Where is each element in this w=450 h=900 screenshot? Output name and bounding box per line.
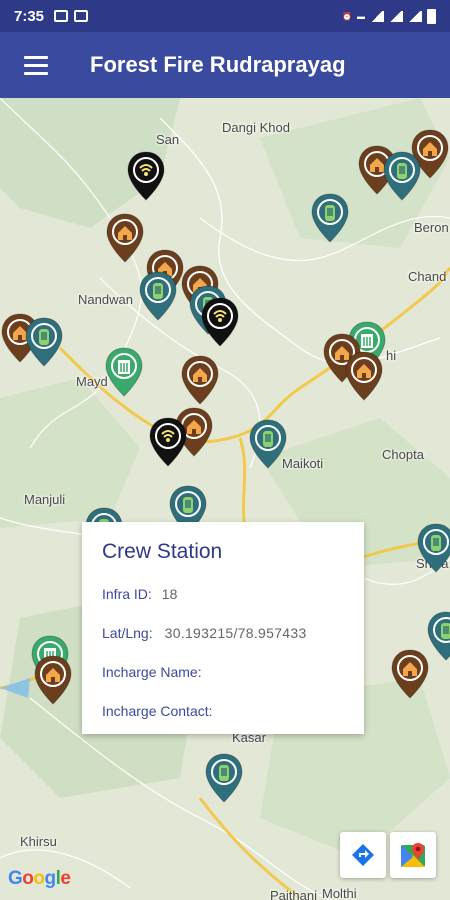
latlng-row: Lat/Lng: 30.193215/78.957433 <box>102 625 344 641</box>
google-logo: Google <box>8 868 71 889</box>
water-tank-icon <box>311 193 349 243</box>
place-label-san: San <box>156 132 180 147</box>
place-label-paithani: Paithani <box>270 888 317 900</box>
watchtower-icon <box>201 297 239 347</box>
fire-station-icon <box>34 655 72 705</box>
place-label-molthi: Molthi <box>322 886 357 900</box>
notification-icons <box>54 10 89 22</box>
watchtower-marker[interactable] <box>126 150 166 202</box>
watchtower-icon <box>149 417 187 467</box>
water-tank-icon <box>249 419 287 469</box>
directions-icon <box>352 844 374 866</box>
incharge-name-label: Incharge Name: <box>102 664 202 680</box>
status-time: 7:35 <box>14 7 45 25</box>
signal-icon-2 <box>389 10 403 22</box>
place-label-hi: hi <box>386 348 397 363</box>
place-label-nandwan: Nandwan <box>78 292 133 307</box>
watchtower-marker[interactable] <box>200 296 240 348</box>
place-label-chopta: Chopta <box>382 447 424 462</box>
latlng-value: 30.193215/78.957433 <box>164 625 307 641</box>
status-right-icons: ⏰ ▬ <box>342 8 436 24</box>
infra-id-value: 18 <box>161 586 178 602</box>
fire-station-marker[interactable] <box>344 350 384 402</box>
battery-icon <box>427 8 436 24</box>
fire-station-marker[interactable] <box>180 354 220 406</box>
fire-station-marker[interactable] <box>33 654 73 706</box>
info-window-title: Crew Station <box>102 540 223 563</box>
fire-station-icon <box>345 351 383 401</box>
app-bar: Forest Fire Rudraprayag <box>0 32 450 98</box>
incharge-contact-row: Incharge Contact: <box>102 703 344 719</box>
signal-icon-3 <box>408 10 422 22</box>
infra-id-label: Infra ID: <box>102 586 152 602</box>
water-tank-marker[interactable] <box>204 752 244 804</box>
incharge-name-row: Incharge Name: <box>102 664 344 680</box>
infra-id-row: Infra ID: 18 <box>102 586 344 602</box>
fire-station-icon <box>391 649 429 699</box>
fire-station-icon <box>106 213 144 263</box>
crew-station-icon <box>105 347 143 397</box>
water-tank-icon <box>139 271 177 321</box>
fire-station-marker[interactable] <box>390 648 430 700</box>
google-maps-icon <box>401 843 425 867</box>
open-in-maps-button[interactable] <box>390 832 436 878</box>
incharge-contact-label: Incharge Contact: <box>102 703 213 719</box>
place-label-beron: Beron <box>414 220 449 235</box>
signal-icon-1 <box>370 10 384 22</box>
directions-button[interactable] <box>340 832 386 878</box>
place-label-khirsu: Khirsu <box>20 834 57 849</box>
water-tank-icon <box>25 317 63 367</box>
water-tank-marker[interactable] <box>24 316 64 368</box>
status-bar: 7:35 ⏰ ▬ <box>0 0 450 32</box>
water-tank-marker[interactable] <box>248 418 288 470</box>
hamburger-menu-icon[interactable] <box>0 32 72 98</box>
mail-notification-icon <box>74 10 89 22</box>
water-tank-marker[interactable] <box>310 192 350 244</box>
water-tank-icon <box>417 523 450 573</box>
water-tank-marker[interactable] <box>382 150 422 202</box>
alarm-icon: ⏰ <box>342 11 352 21</box>
water-tank-marker[interactable] <box>416 522 450 574</box>
info-window[interactable]: Crew Station Infra ID: 18 Lat/Lng: 30.19… <box>82 522 364 734</box>
fire-station-icon <box>181 355 219 405</box>
water-tank-marker[interactable] <box>138 270 178 322</box>
water-tank-icon <box>383 151 421 201</box>
place-label-maikoti: Maikoti <box>282 456 324 471</box>
fire-station-marker[interactable] <box>105 212 145 264</box>
place-label-chand: Chand <box>408 269 447 284</box>
water-tank-icon <box>205 753 243 803</box>
map-view[interactable]: San Dangi Khod Beron Chand Nandwan Mayd … <box>0 98 450 900</box>
watchtower-marker[interactable] <box>148 416 188 468</box>
crew-station-marker[interactable] <box>104 346 144 398</box>
app-title: Forest Fire Rudraprayag <box>90 52 346 77</box>
latlng-label: Lat/Lng: <box>102 625 153 641</box>
place-label-dangi-khod: Dangi Khod <box>222 120 290 135</box>
watchtower-icon <box>127 151 165 201</box>
place-label-manjuli: Manjuli <box>24 492 66 507</box>
image-notification-icon <box>54 10 69 22</box>
volte-icon: ▬ <box>357 11 365 21</box>
